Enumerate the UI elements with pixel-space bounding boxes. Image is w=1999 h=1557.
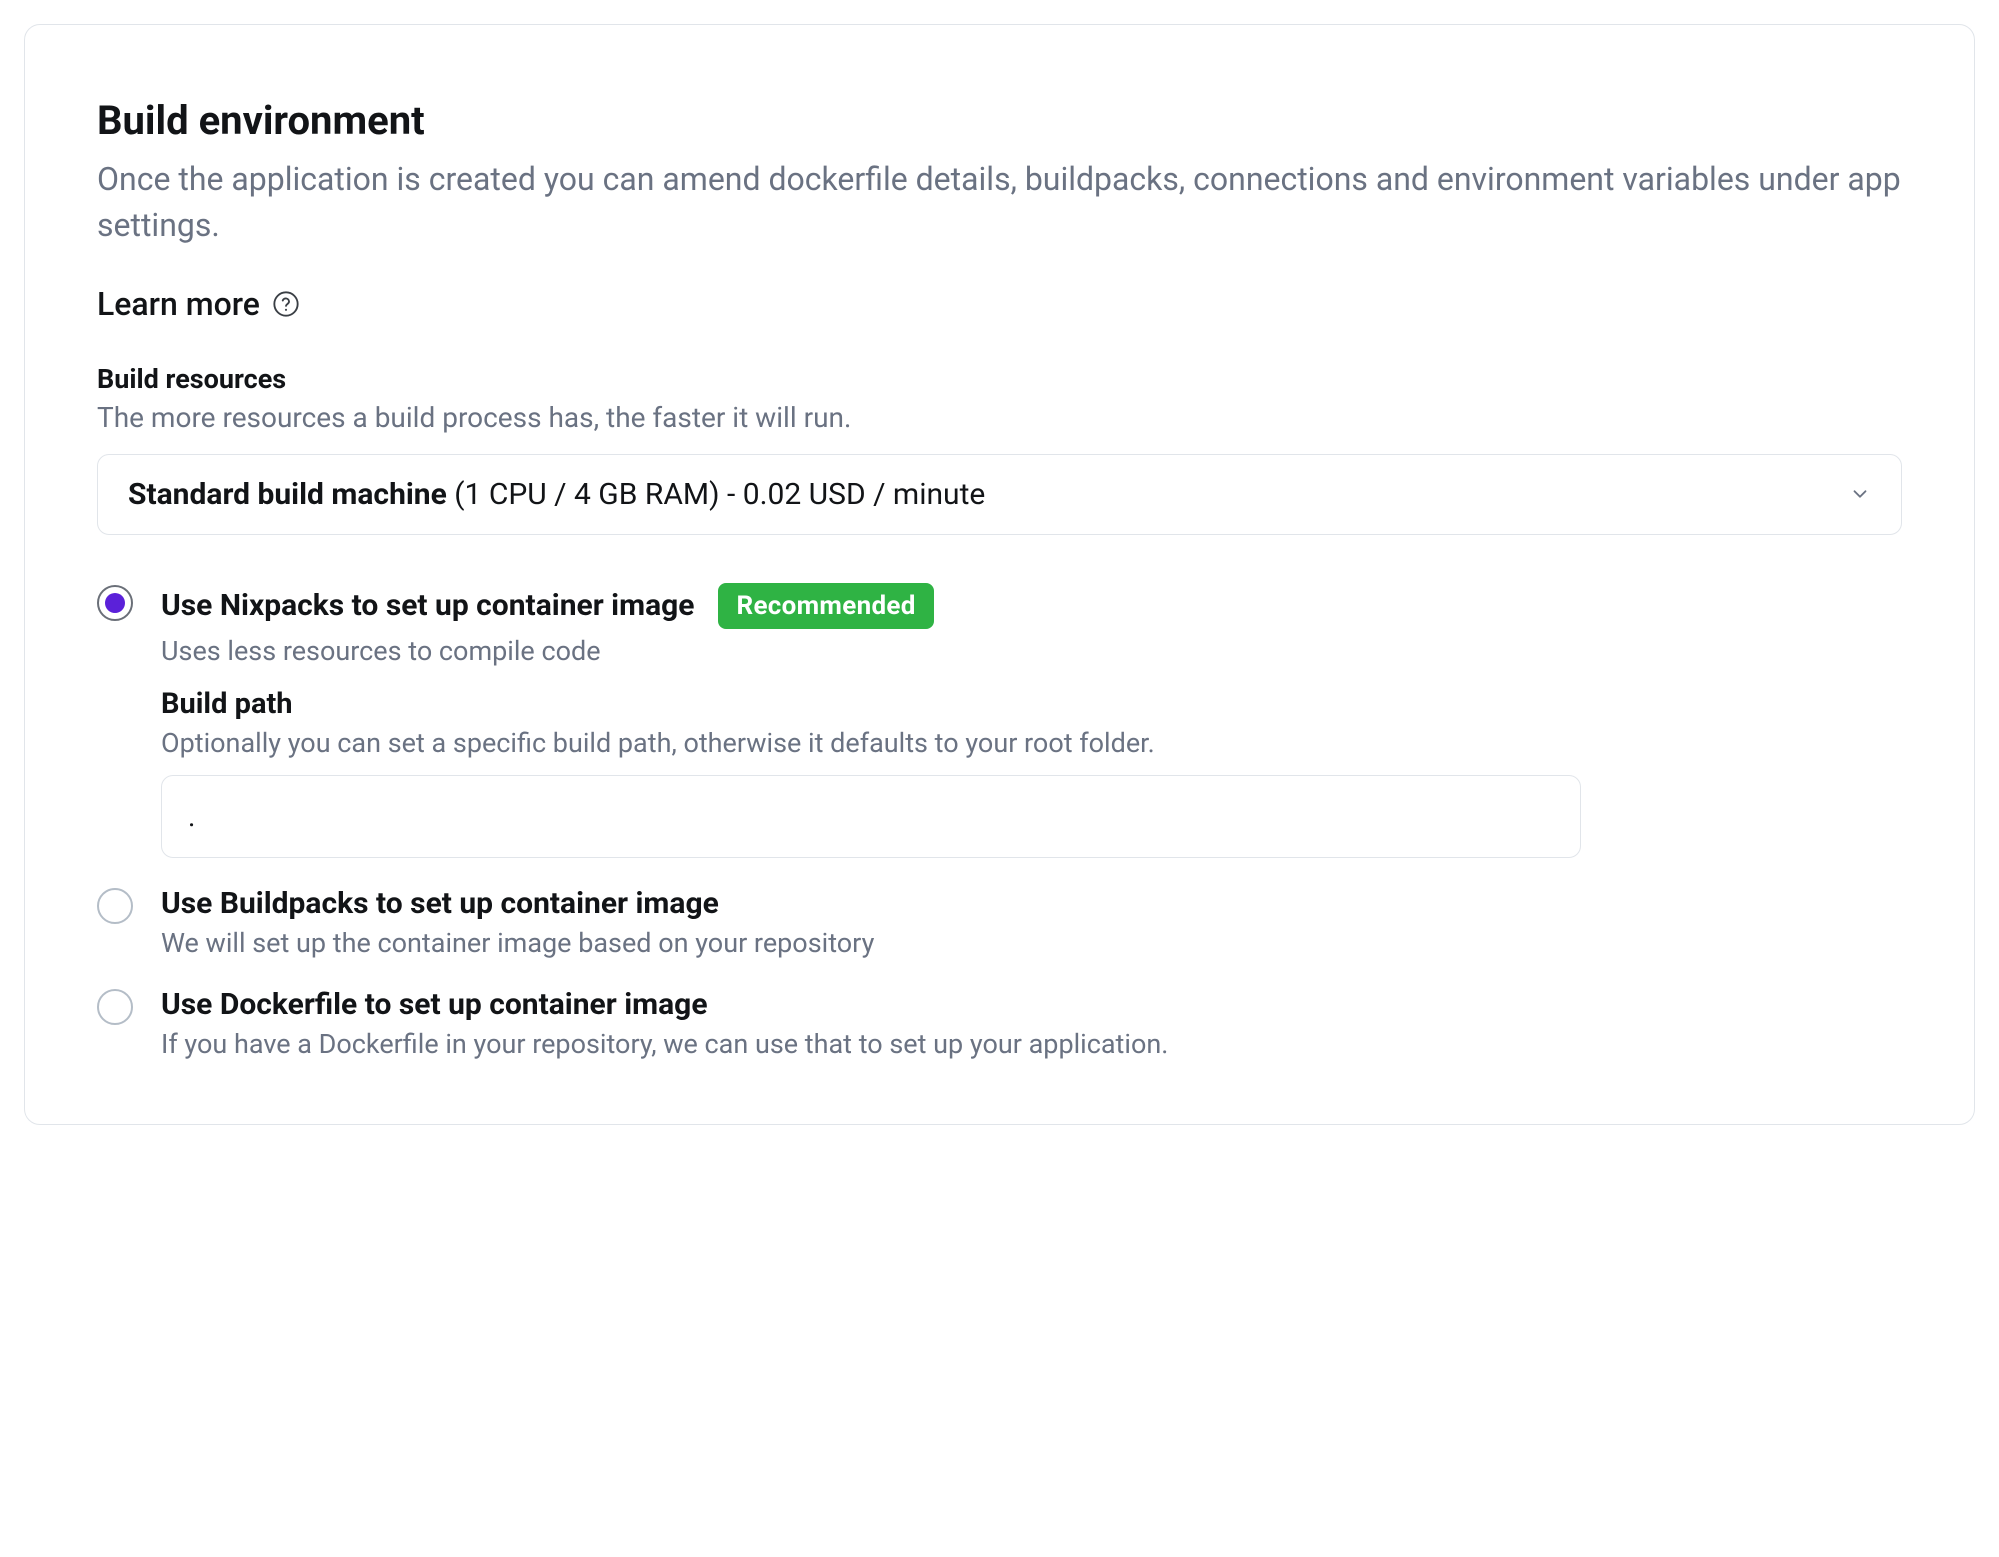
build-method-radio-group: Use Nixpacks to set up container image R…: [97, 583, 1902, 1060]
radio-button-buildpacks[interactable]: [97, 888, 133, 924]
build-resources-label: Build resources: [97, 363, 1902, 395]
radio-content-nixpacks: Use Nixpacks to set up container image R…: [161, 583, 1902, 858]
radio-content-buildpacks: Use Buildpacks to set up container image…: [161, 886, 1902, 959]
build-resources-description: The more resources a build process has, …: [97, 401, 1902, 434]
radio-desc-buildpacks: We will set up the container image based…: [161, 927, 1902, 959]
build-path-description: Optionally you can set a specific build …: [161, 727, 1902, 759]
radio-selected-indicator: [105, 593, 125, 613]
radio-title-buildpacks: Use Buildpacks to set up container image: [161, 886, 719, 921]
build-resources-select[interactable]: Standard build machine (1 CPU / 4 GB RAM…: [97, 454, 1902, 535]
radio-content-dockerfile: Use Dockerfile to set up container image…: [161, 987, 1902, 1060]
radio-desc-dockerfile: If you have a Dockerfile in your reposit…: [161, 1028, 1902, 1060]
build-path-input[interactable]: [161, 775, 1581, 858]
recommended-badge: Recommended: [718, 583, 933, 629]
build-path-label: Build path: [161, 687, 1902, 721]
radio-button-nixpacks[interactable]: [97, 585, 133, 621]
section-title: Build environment: [97, 97, 1902, 144]
radio-option-nixpacks[interactable]: Use Nixpacks to set up container image R…: [97, 583, 1902, 858]
learn-more-text: Learn more: [97, 285, 260, 323]
radio-desc-nixpacks: Uses less resources to compile code: [161, 635, 1902, 667]
learn-more-link[interactable]: Learn more: [97, 285, 1902, 323]
radio-button-dockerfile[interactable]: [97, 989, 133, 1025]
radio-option-buildpacks[interactable]: Use Buildpacks to set up container image…: [97, 886, 1902, 959]
build-path-section: Build path Optionally you can set a spec…: [161, 687, 1902, 858]
radio-option-dockerfile[interactable]: Use Dockerfile to set up container image…: [97, 987, 1902, 1060]
chevron-down-icon: [1849, 483, 1871, 505]
build-resources-selected-value: Standard build machine (1 CPU / 4 GB RAM…: [128, 477, 985, 512]
build-environment-card: Build environment Once the application i…: [24, 24, 1975, 1125]
section-description: Once the application is created you can …: [97, 156, 1902, 249]
radio-title-nixpacks: Use Nixpacks to set up container image: [161, 588, 694, 623]
radio-title-dockerfile: Use Dockerfile to set up container image: [161, 987, 708, 1022]
help-circle-icon: [272, 290, 300, 318]
